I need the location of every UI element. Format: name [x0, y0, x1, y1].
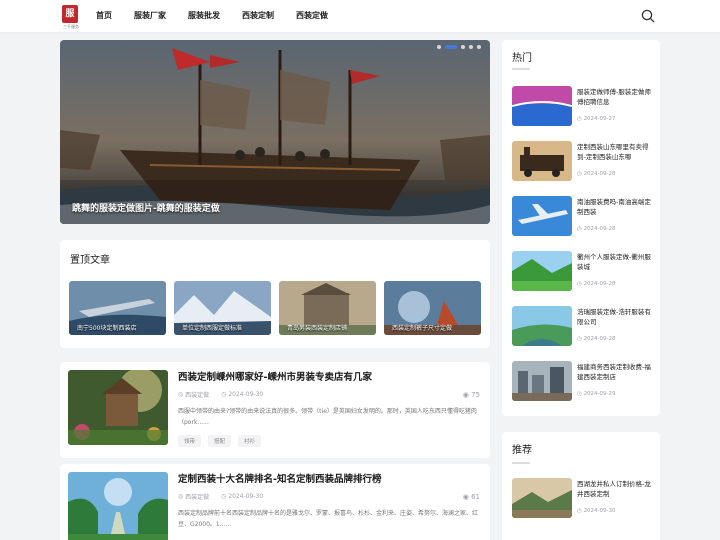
pinned-item[interactable]: 青岛男装西装定制店铺	[279, 281, 376, 335]
hot-item[interactable]: 定制西装山东哪里有卖得到-定制西装山东哪 ◷ 2024-09-28	[512, 141, 654, 181]
article-meta: ◎ 西装定做 ◷ 2024-09-30 ◉ 61	[178, 492, 480, 502]
clock-icon: ◷	[221, 391, 229, 398]
article-category[interactable]: 西装定做	[185, 390, 209, 399]
nav-item-suit-custom[interactable]: 西装定制	[242, 0, 274, 32]
logo-subtitle: 三千服务	[63, 24, 79, 29]
hot-item-date: ◷ 2024-09-29	[577, 391, 616, 397]
recommended-title: 推荐	[512, 445, 532, 456]
article-date: 2024-09-30	[228, 493, 264, 500]
hot-item-title: 福建商务西装定制收费-福建西装定制店	[577, 363, 651, 381]
pinned-item[interactable]: 西装定制裤子尺寸定做	[384, 281, 481, 335]
views-count: 75	[471, 390, 480, 399]
nav-item-suit-tailor[interactable]: 西装定做	[296, 0, 328, 32]
recommended-item-title: 西湖龙井私人订制价格-龙井西装定制	[577, 480, 651, 498]
hot-item[interactable]: 南油服装费吗-南油高端定制西装 ◷ 2024-09-28	[512, 196, 654, 236]
hot-thumbnail	[512, 196, 572, 236]
nav-item-manufacturers[interactable]: 服装厂家	[134, 0, 166, 32]
eye-icon: ◉	[462, 390, 472, 399]
recommended-item-date: ◷ 2024-09-30	[577, 508, 616, 514]
hot-item-date: ◷ 2024-09-28	[577, 281, 616, 287]
pinned-section: 置顶文章 南宁500块定制西装店 单位定制西服定做标准 青岛男装西装定制店铺 西…	[60, 240, 490, 348]
tag[interactable]: 领带	[178, 435, 202, 447]
nav-item-wholesale[interactable]: 服装批发	[188, 0, 220, 32]
slider-dot[interactable]	[461, 45, 465, 49]
hot-item-title: 服装定做师傅-服装定做师傅招聘信息	[577, 88, 651, 106]
main-nav: 首页 服装厂家 服装批发 西装定制 西装定做	[96, 0, 350, 32]
article-category[interactable]: 西装定做	[185, 492, 209, 501]
hot-item[interactable]: 福建商务西装定制收费-福建西装定制店 ◷ 2024-09-29	[512, 361, 654, 401]
hero-slider[interactable]: 跳舞的服装定做图片-跳舞的服装定做	[60, 40, 490, 224]
hero-caption[interactable]: 跳舞的服装定做图片-跳舞的服装定做	[72, 201, 220, 214]
hot-thumbnail	[512, 251, 572, 291]
nav-item-home[interactable]: 首页	[96, 0, 112, 32]
hot-item[interactable]: 服装定做师傅-服装定做师傅招聘信息 ◷ 2024-09-27	[512, 86, 654, 126]
hot-item-title: 浩瑞服装定做-浩轩服装有限公司	[577, 308, 651, 326]
slider-dot-active[interactable]	[445, 45, 457, 49]
article-title[interactable]: 西装定制嵊州哪家好-嵊州市男装专卖店有几家	[178, 369, 372, 383]
tag[interactable]: 衬衫	[238, 435, 262, 447]
tag[interactable]: 搭配	[208, 435, 232, 447]
category-icon: ◎	[178, 391, 186, 398]
sidebar-recommended: 推荐 西湖龙井私人订制价格-龙井西装定制 ◷ 2024-09-30	[502, 432, 660, 540]
pinned-item[interactable]: 单位定制西服定做标准	[174, 281, 271, 335]
hot-item-title: 南油服装费吗-南油高端定制西装	[577, 198, 651, 216]
article-excerpt: 西装定制品牌前十名西装定制品牌十名的是雅戈尔、罗蒙、报喜鸟、杉杉、金利来、庄姿、…	[178, 510, 479, 528]
eye-icon: ◉	[462, 492, 472, 501]
hot-item-date: ◷ 2024-09-27	[577, 116, 616, 122]
article-thumbnail[interactable]	[68, 472, 168, 540]
article-title[interactable]: 定制西装十大名牌排名-知名定制西装品牌排行榜	[178, 471, 381, 485]
hot-item-title: 衢州个人服装定做-衢州服装城	[577, 253, 651, 271]
search-icon[interactable]	[641, 9, 655, 23]
hero-image	[60, 40, 490, 224]
recommended-item[interactable]: 西湖龙井私人订制价格-龙井西装定制 ◷ 2024-09-30	[512, 478, 654, 518]
hot-title: 热门	[512, 53, 532, 64]
article-date: 2024-09-30	[228, 391, 264, 398]
hot-thumbnail	[512, 141, 572, 181]
slider-dot[interactable]	[469, 45, 473, 49]
sidebar-hot: 热门 服装定做师傅-服装定做师傅招聘信息 ◷ 2024-09-27 定制西装山东…	[502, 40, 660, 416]
title-underline	[512, 462, 530, 464]
hot-item-date: ◷ 2024-09-28	[577, 171, 616, 177]
article-thumbnail[interactable]	[68, 370, 168, 445]
views-count: 61	[471, 492, 480, 501]
title-underline	[512, 68, 530, 70]
hot-item-title: 定制西装山东哪里有卖得到-定制西装山东哪	[577, 143, 649, 161]
hot-thumbnail	[512, 306, 572, 346]
hot-thumbnail	[512, 86, 572, 126]
slider-dot[interactable]	[477, 45, 481, 49]
hot-thumbnail	[512, 361, 572, 401]
article-excerpt: 西服中领带的由来?领带的由来说法真的很多。领带（tie）是英国妇女发明的。那时，…	[178, 408, 477, 426]
slider-dots	[433, 45, 481, 49]
top-header: 服 三千服务 首页 服装厂家 服装批发 西装定制 西装定做	[0, 0, 720, 32]
category-icon: ◎	[178, 493, 186, 500]
pinned-list: 南宁500块定制西装店 单位定制西服定做标准 青岛男装西装定制店铺 西装定制裤子…	[69, 281, 489, 335]
hot-item[interactable]: 衢州个人服装定做-衢州服装城 ◷ 2024-09-28	[512, 251, 654, 291]
site-logo[interactable]: 服	[62, 5, 78, 23]
hot-item-date: ◷ 2024-09-28	[577, 226, 616, 232]
pinned-item[interactable]: 南宁500块定制西装店	[69, 281, 166, 335]
recommended-thumbnail	[512, 478, 572, 518]
hot-item-date: ◷ 2024-09-28	[577, 336, 616, 342]
article-card: 西装定制嵊州哪家好-嵊州市男装专卖店有几家 ◎ 西装定做 ◷ 2024-09-3…	[60, 362, 490, 458]
article-meta: ◎ 西装定做 ◷ 2024-09-30 ◉ 75	[178, 390, 480, 400]
clock-icon: ◷	[221, 493, 229, 500]
article-views: ◉ 61	[463, 493, 480, 501]
article-tags: 领带 搭配 衬衫	[178, 435, 268, 447]
article-views: ◉ 75	[463, 391, 480, 399]
hot-item[interactable]: 浩瑞服装定做-浩轩服装有限公司 ◷ 2024-09-28	[512, 306, 654, 346]
article-card: 定制西装十大名牌排名-知名定制西装品牌排行榜 ◎ 西装定做 ◷ 2024-09-…	[60, 464, 490, 540]
pinned-title: 置顶文章	[70, 255, 110, 266]
slider-dot[interactable]	[437, 45, 441, 49]
